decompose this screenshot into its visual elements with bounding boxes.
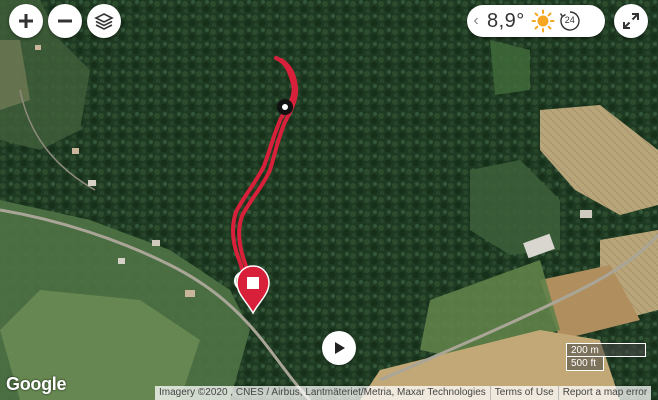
minus-icon <box>58 19 72 23</box>
zoom-in-button[interactable] <box>9 4 43 38</box>
google-logo[interactable]: Google <box>6 374 67 395</box>
plus-icon <box>19 14 33 28</box>
weather-widget[interactable]: ‹ 8,9° 24 <box>467 5 605 37</box>
forecast-hours-toggle[interactable]: 24 <box>559 10 581 32</box>
forecast-hours-label: 24 <box>564 15 575 25</box>
chevron-left-icon[interactable]: ‹ <box>467 12 485 30</box>
expand-icon <box>623 13 639 29</box>
terms-link[interactable]: Terms of Use <box>489 386 558 400</box>
map-scale: 200 m 500 ft <box>566 343 646 371</box>
layers-button[interactable] <box>87 4 121 38</box>
sun-icon <box>531 9 555 33</box>
track-line-return <box>237 58 299 292</box>
stop-icon <box>247 277 259 289</box>
play-icon <box>335 342 345 354</box>
map-attribution: Imagery ©2020 , CNES / Airbus, Lantmäter… <box>155 386 652 400</box>
play-button[interactable] <box>322 331 356 365</box>
temperature-label: 8,9° <box>487 9 525 32</box>
fullscreen-button[interactable] <box>614 4 648 38</box>
imagery-credit: Imagery ©2020 , CNES / Airbus, Lantmäter… <box>155 386 490 400</box>
scale-imperial: 500 ft <box>566 357 604 371</box>
layers-icon <box>94 13 114 30</box>
end-marker[interactable] <box>236 265 270 315</box>
scale-metric: 200 m <box>566 343 646 357</box>
waypoint-marker[interactable] <box>277 99 293 115</box>
zoom-out-button[interactable] <box>48 4 82 38</box>
report-error-link[interactable]: Report a map error <box>557 386 652 400</box>
